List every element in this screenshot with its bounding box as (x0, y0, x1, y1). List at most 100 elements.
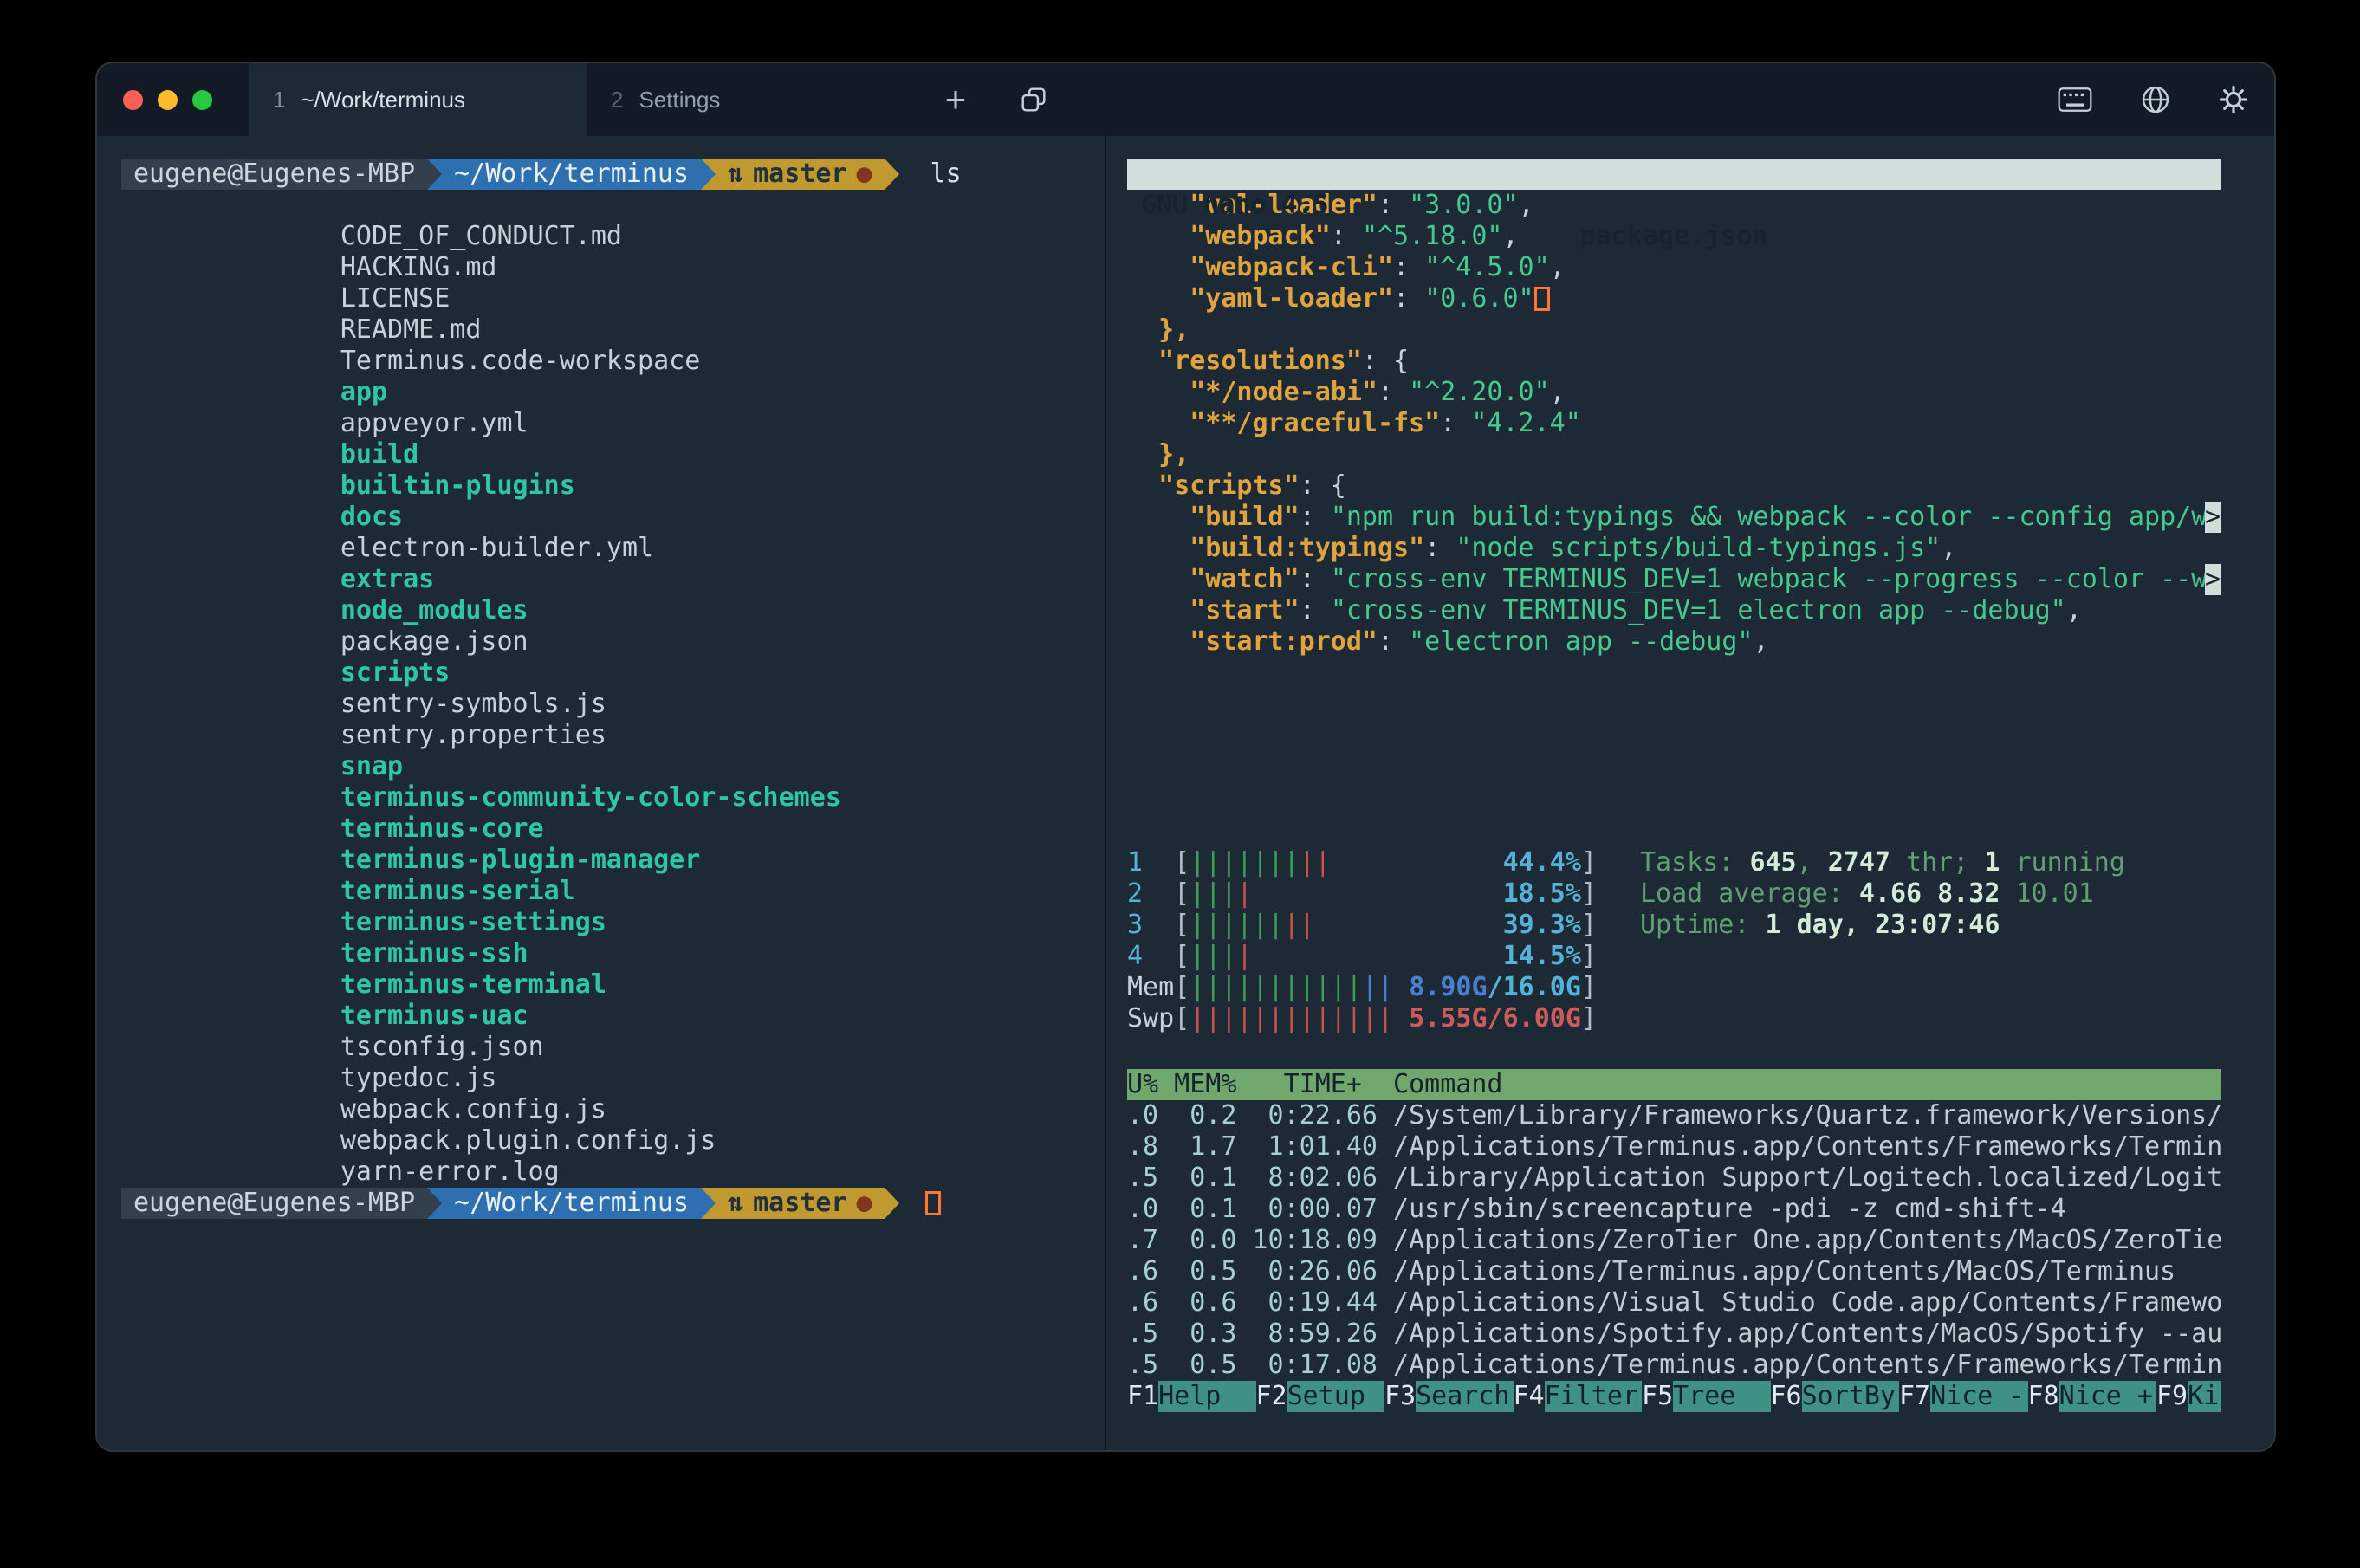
text-segment: Tasks: (1640, 847, 1749, 878)
fkey-label: Nice + (2059, 1381, 2156, 1412)
text-segment: Mem (1127, 972, 1174, 1003)
text-segment: /16.0G (1488, 972, 1581, 1003)
text-segment: 3 (1127, 910, 1174, 941)
fkey-number: F7 (1899, 1381, 1930, 1412)
file-name: terminus-uac (340, 1001, 528, 1031)
text-segment: 1 day, 23:07:46 (1766, 910, 2000, 941)
powerline-arrow (885, 1188, 899, 1219)
text-segment: "watch" (1190, 564, 1299, 595)
process-table-header[interactable]: U% MEM% TIME+ Command (1127, 1069, 2221, 1100)
tab-index: 2 (611, 87, 623, 113)
text-segment: : { (1300, 470, 1346, 502)
text-segment (1393, 1003, 1409, 1034)
text-segment: 5.55G/6.00G (1409, 1003, 1581, 1034)
htop-fkey-button[interactable]: F8Nice + (2028, 1381, 2157, 1412)
htop-view: 1 [|||||||||44.4%]2 [||||18.5%]3 [||||||… (1127, 847, 2221, 1412)
tab-terminal[interactable]: 1 ~/Work/terminus (249, 63, 587, 136)
fkey-number: F1 (1127, 1381, 1158, 1412)
text-segment: || (1362, 972, 1393, 1003)
text-segment: "npm run build:typings && webpack --colo… (1331, 502, 2205, 533)
file-entry: CODE_OF_CONDUCT.md (121, 190, 1105, 221)
file-name: scripts (340, 658, 450, 688)
terminal-line: 1 [|||||||||44.4%] (1127, 847, 1597, 878)
text-segment: }, (1127, 314, 1190, 346)
text-segment: "cross-env TERMINUS_DEV=1 electron app -… (1331, 595, 2066, 626)
htop-fkey-button[interactable]: F7Nice - (1899, 1381, 2028, 1412)
text-segment: [ (1174, 972, 1190, 1003)
file-name: electron-builder.yml (340, 533, 653, 563)
powerline-arrow (885, 159, 899, 190)
nano-shortcut: ^TTo Spell (2002, 720, 2221, 751)
nano-shortcut: ^UPaste Text (1783, 720, 2001, 751)
text-segment: : (1378, 626, 1409, 658)
htop-fkey-button[interactable]: F6SortBy (1771, 1381, 1900, 1412)
terminal-pane-left[interactable]: eugene@Eugenes-MBP ~/Work/terminus ⇅ mas… (97, 136, 1105, 1450)
text-segment: /usr/sbin/screencapture -pdi -z cmd-shif… (1393, 1194, 2066, 1225)
text-segment: "resolutions" (1158, 346, 1362, 377)
text-segment: 18.5% (1503, 878, 1581, 910)
htop-fkey-button[interactable]: F9Kill (2156, 1381, 2221, 1412)
text-segment: ] (1581, 941, 1597, 972)
zoom-button[interactable] (192, 90, 212, 110)
text-segment (1127, 470, 1158, 502)
text-segment: |||||| (1190, 910, 1283, 941)
text-segment: 4.66 8.32 (1859, 878, 2000, 910)
terminal-pane-right[interactable]: GNU nano 4.5 package.json "val-loader": … (1106, 136, 2274, 1450)
terminal-line: .5 0.5 0:17.08 /Applications/Terminus.ap… (1127, 1350, 2221, 1381)
text-segment (1127, 564, 1190, 595)
file-name: LICENSE (340, 283, 450, 314)
terminal-line: "start": "cross-env TERMINUS_DEV=1 elect… (1127, 595, 2221, 626)
text-segment: , (1941, 533, 1956, 564)
nano-shortcut-bar: ^GGet Help ^OWrite Out ^WWhere Is ^KCut … (1127, 689, 2221, 751)
globe-icon[interactable] (2141, 85, 2170, 114)
htop-fkey-button[interactable]: F3Search (1384, 1381, 1514, 1412)
close-button[interactable] (123, 90, 143, 110)
terminal-line: .7 0.0 10:18.09 /Applications/ZeroTier O… (1127, 1225, 2221, 1256)
htop-fkey-button[interactable]: F5Tree (1642, 1381, 1771, 1412)
text-segment: ||||||||||| (1190, 972, 1362, 1003)
htop-fkey-button[interactable]: F2Setup (1256, 1381, 1385, 1412)
text-segment: /Applications/Visual Studio Code.app/Con… (1393, 1287, 2221, 1319)
terminal-line: .5 0.3 8:59.26 /Applications/Spotify.app… (1127, 1319, 2221, 1350)
terminal-line: }, (1127, 439, 2221, 470)
terminal-line: 4 [||||14.5%] (1127, 941, 1597, 972)
terminal-content: eugene@Eugenes-MBP ~/Work/terminus ⇅ mas… (97, 136, 2274, 1450)
htop-fkey-button[interactable]: F1Help (1127, 1381, 1256, 1412)
text-segment: /Library/Application Support/Logitech.lo… (1393, 1163, 2221, 1194)
fkey-label: Nice - (1930, 1381, 2027, 1412)
text-segment: ||| (1190, 941, 1236, 972)
text-segment: "3.0.0" (1409, 190, 1518, 221)
prompt-cwd: ~/Work/terminus (442, 1188, 701, 1219)
nano-shortcut: ^KCut Text (1783, 689, 2001, 720)
nano-shortcut: ^RRead File (1345, 720, 1564, 751)
terminal-line: "*/node-abi": "^2.20.0", (1127, 377, 2221, 408)
text-segment: "^4.5.0" (1424, 252, 1550, 283)
terminal-line: "yaml-loader": "0.6.0" (1127, 283, 2221, 314)
nano-shortcut: ^WWhere Is (1565, 689, 1783, 720)
terminal-line: .8 1.7 1:01.40 /Applications/Terminus.ap… (1127, 1131, 2221, 1163)
file-name: terminus-ssh (340, 938, 528, 969)
keyboard-icon[interactable] (2058, 87, 2092, 113)
text-segment: , (1797, 847, 1828, 878)
text-segment: "cross-env TERMINUS_DEV=1 webpack --prog… (1331, 564, 2205, 595)
tab-settings[interactable]: 2 Settings (587, 63, 924, 136)
duplicate-tab-icon[interactable] (1020, 86, 1047, 113)
text-segment (1127, 502, 1190, 533)
text-segment (1127, 346, 1158, 377)
text-segment: /Applications/ZeroTier One.app/Contents/… (1393, 1225, 2221, 1256)
desktop-background: 1 ~/Work/terminus 2 Settings + (0, 0, 2360, 1568)
fkey-number: F8 (2028, 1381, 2059, 1412)
typed-command: ls (930, 159, 962, 190)
text-segment: 14.5% (1503, 941, 1581, 972)
minimize-button[interactable] (158, 90, 178, 110)
file-name: webpack.config.js (340, 1094, 606, 1124)
git-branch-name: master (753, 1188, 846, 1219)
new-tab-button[interactable]: + (924, 63, 987, 136)
text-segment: "^2.20.0" (1409, 377, 1550, 408)
text-segment: ] (1581, 847, 1597, 878)
htop-fkey-button[interactable]: F4Filter (1514, 1381, 1643, 1412)
terminus-window: 1 ~/Work/terminus 2 Settings + (97, 63, 2274, 1450)
text-segment: "build" (1190, 502, 1299, 533)
file-name: terminus-plugin-manager (340, 845, 700, 875)
settings-gear-icon[interactable] (2219, 85, 2248, 114)
